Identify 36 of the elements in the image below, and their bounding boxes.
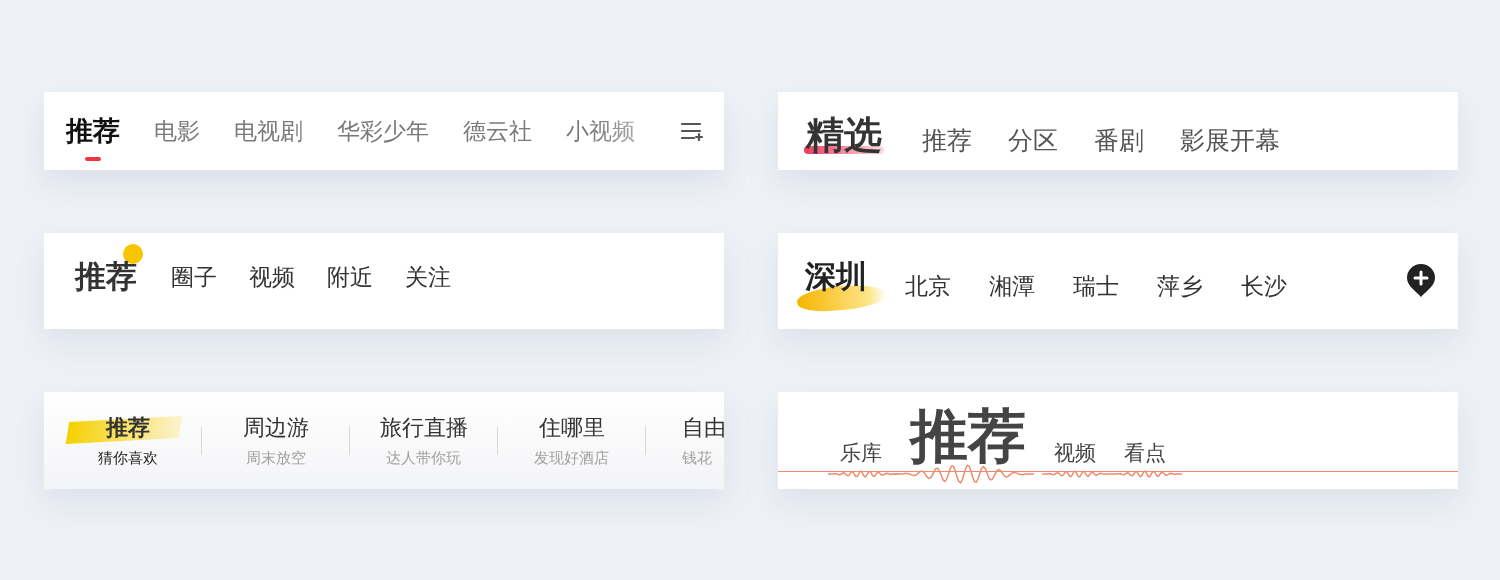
tab-subtitle: 周末放空 [245, 449, 306, 468]
tab[interactable]: 影展开幕 [1180, 124, 1280, 157]
tab-subtitle: 猜你喜欢 [97, 449, 158, 468]
tab[interactable]: 视频 [249, 261, 295, 293]
tab[interactable]: 北京 [905, 270, 951, 302]
tab[interactable]: 小视频 [566, 115, 635, 147]
tab[interactable]: 长沙 [1241, 270, 1287, 302]
tab[interactable]: 电影 [154, 115, 200, 147]
tab[interactable]: 电视剧 [234, 115, 303, 147]
tab[interactable]: 附近 [327, 261, 373, 293]
tab[interactable]: 推荐 [66, 113, 120, 149]
tab[interactable]: 看点 [1124, 441, 1166, 465]
tab-title[interactable]: 自由 [682, 413, 724, 443]
tab[interactable]: 湘潭 [989, 270, 1035, 302]
tab[interactable]: 德云社 [463, 115, 532, 147]
tab-title[interactable]: 推荐 [105, 413, 150, 443]
tab[interactable]: 视频 [1054, 441, 1096, 465]
tab[interactable]: 番剧 [1094, 124, 1144, 157]
tab[interactable]: 推荐 [75, 256, 137, 298]
tab[interactable]: 分区 [1008, 124, 1058, 157]
tab[interactable]: 深圳 [805, 256, 867, 298]
tab[interactable]: 推荐 [922, 124, 972, 157]
tab[interactable]: 萍乡 [1157, 270, 1203, 302]
tab-subtitle: 达人带你玩 [386, 449, 461, 468]
tab-subtitle: 钱花 [682, 449, 712, 468]
tab-title[interactable]: 周边游 [242, 413, 309, 443]
tab[interactable]: 瑞士 [1073, 270, 1119, 302]
tab[interactable]: 华彩少年 [337, 115, 429, 147]
tab-subtitle: 发现好酒店 [534, 449, 609, 468]
tab-title[interactable]: 住哪里 [538, 413, 605, 443]
tab-title[interactable]: 旅行直播 [379, 413, 468, 443]
tab[interactable]: 关注 [405, 261, 451, 293]
tab[interactable]: 乐库 [840, 441, 882, 465]
tab[interactable]: 圈子 [171, 261, 217, 293]
tab[interactable]: 精选 [806, 115, 882, 157]
tab[interactable]: 推荐 [910, 407, 1026, 465]
